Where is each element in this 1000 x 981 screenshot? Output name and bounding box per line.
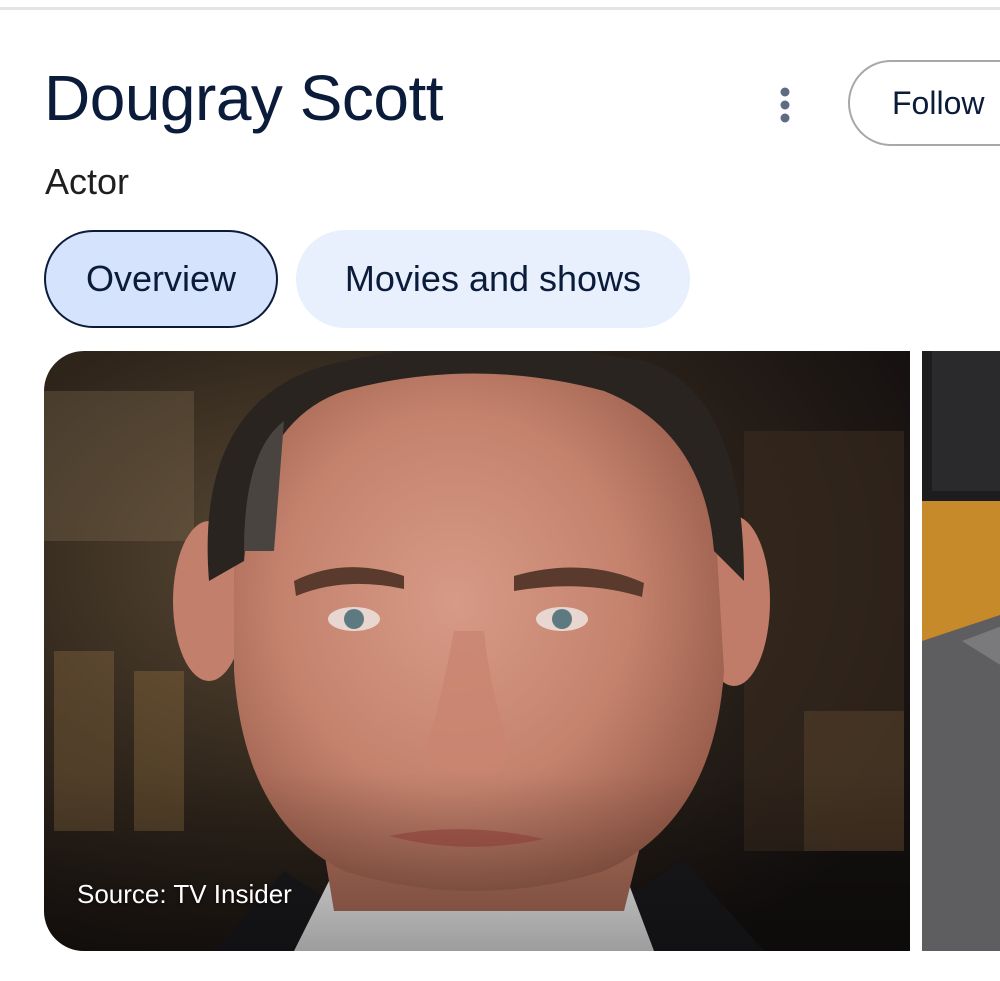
image-source-label: Source: TV Insider	[77, 879, 292, 909]
more-vert-icon	[780, 87, 790, 123]
more-options-button[interactable]	[760, 80, 810, 130]
next-photo[interactable]	[922, 351, 1000, 951]
next-photo-image	[922, 351, 1000, 951]
actor-photo[interactable]: Source: TV Insider	[44, 351, 910, 951]
follow-button[interactable]: Follow	[848, 60, 1000, 146]
top-divider	[0, 0, 1000, 10]
tab-label: Movies and shows	[344, 258, 642, 299]
tab-label: Overview	[85, 258, 237, 299]
tab-movies-and-shows[interactable]: Movies and shows	[296, 230, 690, 328]
actor-portrait-image	[44, 351, 910, 951]
follow-button-label: Follow	[892, 84, 985, 121]
page-title: Dougray Scott	[44, 62, 444, 134]
entity-subtitle: Actor	[45, 161, 130, 202]
tab-overview[interactable]: Overview	[44, 230, 278, 328]
